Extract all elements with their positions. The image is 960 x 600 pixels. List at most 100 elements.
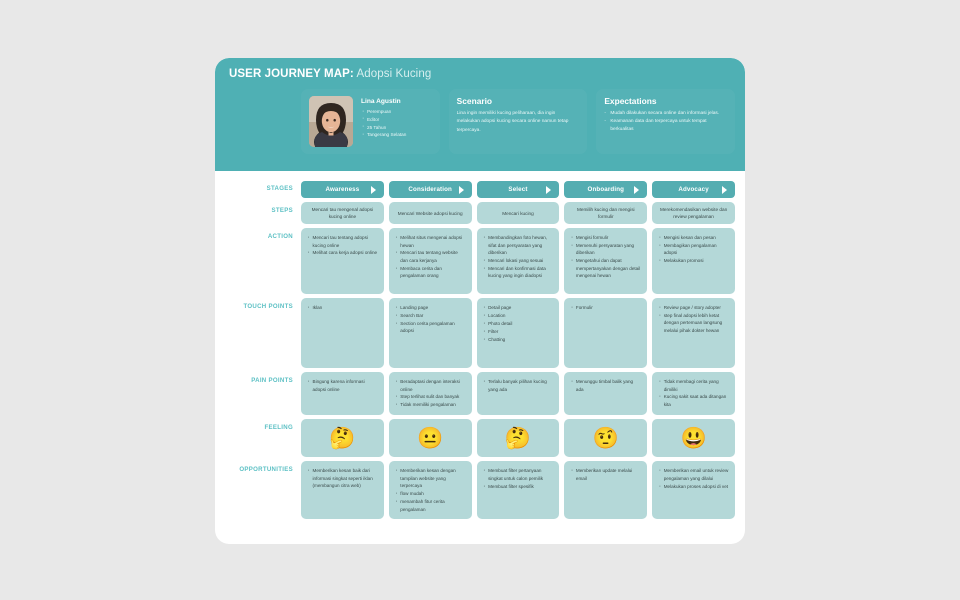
row-label-steps: STEPS [271,207,293,214]
action-cell: Mengisi formulirMemenuhi persyaratan yan… [564,228,648,295]
touch-point-list: Landing pageSearch BarSection cerita pen… [395,303,466,335]
neutral-face-emoji: 😐 [417,426,444,450]
stage-label: Advocacy [678,186,709,193]
list-item: Mencari tau tentang website dan cara ker… [395,248,466,264]
list-item: Filter [483,327,554,337]
persona-name: Lina Agustin [361,98,401,105]
pain-point-cell: Bingung karena informasi adopsi online [301,372,384,416]
list-item: Melihat cara kerja adopsi online [307,248,378,258]
list-item: flow mudah [395,489,466,499]
stage-label: Consideration [408,186,452,193]
step-cell: Merekomendasikan website dan review peng… [652,202,735,225]
stage-consideration[interactable]: Consideration [388,181,472,198]
persona-body: Lina Agustin Perempuan Editor 25 Tahun T… [361,96,406,139]
persona-detail: Tangerang Selatan [361,131,406,139]
thinking-face-emoji: 🤔 [329,426,356,450]
list-item: Mengisi kesan dan pesan [658,233,729,243]
list-item: Photo detail [483,319,554,329]
touch-point-cell: Detail pageLocationPhoto detailFilterCha… [476,298,560,369]
list-item: Landing page [395,303,466,313]
action-list: Mencari tau tentang adopsi kucing online… [307,233,378,259]
list-item: Tidak memiliki pengalaman [395,400,466,410]
list-item: Menunggu timbal balik yang ada [570,377,641,393]
feeling-cell: 🤔 [476,419,560,458]
touch-point-cell: Review page / story adopterstep final ad… [652,298,735,369]
list-item: Beradaptasi dengan interaksi online [395,377,466,393]
expectations-list: Mudah dilakukan secara online dan inform… [604,110,727,133]
list-item: Membandingkan foto hewan, sifat dan pers… [483,233,554,256]
pain-point-cell: Beradaptasi dengan interaksi onlineStep … [388,372,472,416]
avatar [309,96,353,147]
list-item: Section cerita pengalaman adopsi [395,319,466,335]
pain-point-list: Menunggu timbal balik yang ada [570,377,641,393]
feeling-cell: 😐 [388,419,472,458]
stage-label: Select [508,186,528,193]
stage-select[interactable]: Select [476,181,560,198]
chevron-right-icon [546,185,552,194]
page-title-strong: USER JOURNEY MAP: [229,68,354,80]
step-text: Mencari Website adopsi kucing [397,210,463,216]
opportunity-cells: Memberikan kesan baik dari informasi sin… [301,461,735,520]
row-label-touch-points: TOUCH POINTS [243,303,293,311]
feeling-cell: 🤨 [564,419,648,458]
touch-point-cells: Iklan Landing pageSearch BarSection ceri… [301,298,735,369]
row-label-action: ACTION [267,233,293,241]
list-item: Membuat filter spesifik [483,482,554,492]
stage-advocacy[interactable]: Advocacy [652,181,735,198]
row-pain-points: PAIN POINTS Bingung karena informasi ado… [225,372,735,416]
expectation-item: Mudah dilakukan secara online dan inform… [604,110,727,118]
list-item: Melakukan promosi [658,256,729,266]
list-item: Location [483,311,554,321]
list-item: Memberikan kesan baik dari informasi sin… [307,466,378,489]
step-text: Memilih kucing dan mengisi formulir [577,207,635,220]
row-label-feeling: FEELING [264,424,293,432]
row-steps: STEPS Mencari tau mengenal adopsi kucing… [225,202,735,225]
chevron-right-icon [721,185,727,194]
row-feeling: FEELING 🤔 😐 🤔 🤨 😃 [225,419,735,458]
opportunity-list: Memberikan email untuk review pengalaman… [658,466,729,492]
step-text: Mencari tau mengenal adopsi kucing onlin… [311,207,374,220]
opportunity-cell: Memberikan email untuk review pengalaman… [652,461,735,520]
touch-point-cell: Iklan [301,298,384,369]
list-item: Memberikan email untuk review pengalaman… [658,466,729,482]
thinking-face-emoji: 🤔 [504,426,532,450]
pain-point-cell: Menunggu timbal balik yang ada [564,372,648,416]
journey-grid: STAGES Awareness Consideration Select On… [215,171,745,535]
scenario-card: Scenario Lina ingin memiliki kucing peli… [448,89,588,154]
row-label-pain-points: PAIN POINTS [251,377,293,385]
touch-point-list: Review page / story adopterstep final ad… [658,303,729,334]
action-cell: Membandingkan foto hewan, sifat dan pers… [476,228,560,295]
list-item: Mencari dan konfirmasi data kucing yang … [483,264,554,280]
opportunity-list: Memberikan kesan baik dari informasi sin… [307,466,378,489]
board-header: USER JOURNEY MAP: Adopsi Kucing Lina Agu… [215,58,745,171]
list-item: Mengetahui dan dapat mempertanyakan deng… [570,256,641,279]
row-touch-points: TOUCH POINTS Iklan Landing pageSearch Ba… [225,298,735,369]
action-list: Mengisi formulirMemenuhi persyaratan yan… [570,233,641,280]
list-item: Iklan [307,303,378,313]
pain-point-list: Beradaptasi dengan interaksi onlineStep … [395,377,466,411]
list-item: Membaca cerita dan pengalaman orang [395,264,466,280]
list-item: Mencari lokasi yang sesuai [483,256,554,266]
opportunity-list: Membuat filter pertanyaan singkat untuk … [483,466,554,492]
stage-onboarding[interactable]: Onboarding [564,181,648,198]
list-item: Detail page [483,303,554,313]
list-item: Step terlihat sulit dan banyak [395,392,466,402]
touch-point-cell: Formulir [564,298,648,369]
journey-map-board: USER JOURNEY MAP: Adopsi Kucing Lina Agu… [215,58,745,544]
touch-point-list: Iklan [307,303,378,313]
feeling-cell: 😃 [652,419,735,458]
feeling-cells: 🤔 😐 🤔 🤨 😃 [301,419,735,458]
page-title-light: Adopsi Kucing [356,68,432,80]
chevron-right-icon [370,185,376,194]
list-item: Formulir [570,303,641,313]
opportunity-list: Memberikan kesan dengan tampilan website… [395,466,466,513]
list-item: Melihat situs mengenai adopsi hewan [395,233,466,249]
stage-label: Onboarding [587,186,625,193]
persona-detail: 25 Tahun [361,123,406,132]
touch-point-list: Detail pageLocationPhoto detailFilterCha… [483,303,554,345]
scenario-text: Lina ingin memiliki kucing peliharaan, d… [456,111,569,133]
action-list: Membandingkan foto hewan, sifat dan pers… [483,233,554,280]
stage-awareness[interactable]: Awareness [301,181,384,198]
action-list: Mengisi kesan dan pesanMembagikan pengal… [658,233,729,267]
stage-label: Awareness [325,186,360,193]
